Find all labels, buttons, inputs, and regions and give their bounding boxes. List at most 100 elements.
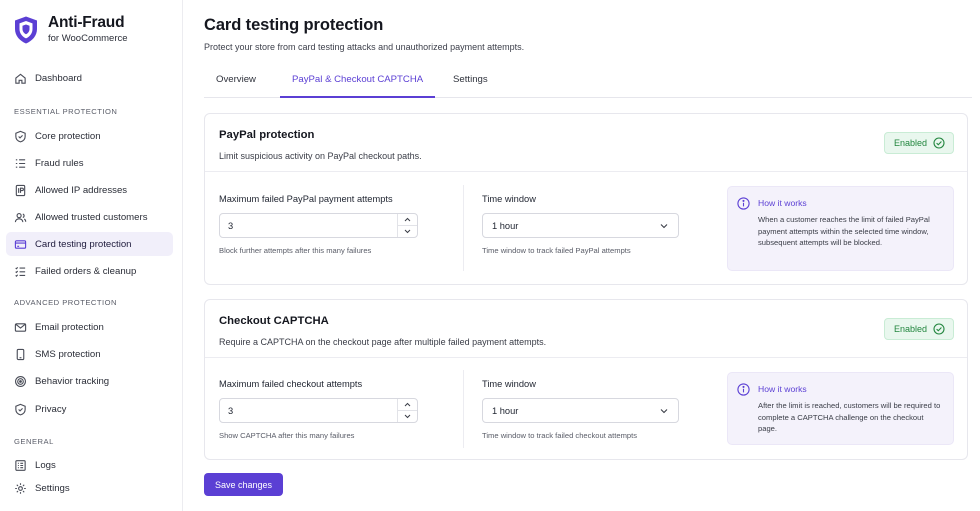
select-value: 1 hour <box>492 220 519 231</box>
status-label: Enabled <box>893 324 927 334</box>
tab-paypal-checkout-captcha[interactable]: PayPal & Checkout CAPTCHA <box>280 66 436 98</box>
sidebar-item-trusted-customers[interactable]: Allowed trusted customers <box>6 205 173 229</box>
checkout-captcha-card: Checkout CAPTCHA Require a CAPTCHA on th… <box>204 299 968 460</box>
sidebar-item-label: Dashboard <box>35 72 82 84</box>
chevron-down-icon <box>660 409 668 414</box>
sidebar-item-behavior-tracking[interactable]: Behavior tracking <box>6 369 173 393</box>
column-divider <box>463 185 464 271</box>
chevron-up-icon <box>404 402 411 407</box>
sidebar-item-label: Logs <box>35 459 56 471</box>
chevron-down-icon <box>404 229 411 234</box>
paypal-time-window-select[interactable]: 1 hour <box>482 213 679 238</box>
paypal-attempts-input[interactable]: 3 <box>219 213 418 238</box>
card-header: PayPal protection Limit suspicious activ… <box>205 114 967 172</box>
info-icon <box>737 197 750 210</box>
page-title: Card testing protection <box>204 16 384 34</box>
info-text: After the limit is reached, customers wi… <box>758 401 941 434</box>
check-circle-icon <box>933 323 945 335</box>
quantity-stepper <box>397 214 417 237</box>
sidebar-item-label: Core protection <box>35 130 101 142</box>
quantity-stepper <box>397 399 417 422</box>
field-help: Time window to track failed checkout att… <box>482 431 638 440</box>
users-icon <box>14 211 27 224</box>
phone-icon <box>14 348 27 361</box>
card-description: Require a CAPTCHA on the checkout page a… <box>219 337 547 347</box>
decrement-button[interactable] <box>398 410 417 422</box>
sidebar-item-settings[interactable]: Settings <box>6 476 173 500</box>
field-help: Show CAPTCHA after this many failures <box>219 431 355 440</box>
captcha-attempts-input[interactable]: 3 <box>219 398 418 423</box>
sidebar-item-label: Failed orders & cleanup <box>35 265 137 277</box>
sidebar-item-label: Allowed trusted customers <box>35 211 148 223</box>
sidebar-item-label: Fraud rules <box>35 157 84 169</box>
status-badge[interactable]: Enabled <box>883 132 954 154</box>
tab-overview[interactable]: Overview <box>204 66 268 98</box>
shield-icon <box>14 130 27 143</box>
chevron-down-icon <box>660 224 668 229</box>
increment-button[interactable] <box>398 399 417 410</box>
tab-bar: Overview PayPal & Checkout CAPTCHA Setti… <box>204 66 972 98</box>
tab-settings[interactable]: Settings <box>441 66 500 98</box>
field-help: Time window to track failed PayPal attem… <box>482 246 631 255</box>
gear-icon <box>14 482 27 495</box>
log-icon <box>14 459 27 472</box>
sidebar-item-card-testing[interactable]: Card testing protection <box>6 232 173 256</box>
how-it-works-panel: How it works When a customer reaches the… <box>727 186 954 271</box>
sidebar-item-logs[interactable]: Logs <box>6 453 173 477</box>
info-icon <box>737 383 750 396</box>
sidebar-item-privacy[interactable]: Privacy <box>6 397 173 421</box>
field-label: Time window <box>482 379 536 389</box>
brand-title: Anti-Fraud <box>48 14 125 31</box>
page-subtitle: Protect your store from card testing att… <box>204 42 525 52</box>
section-heading-essential: ESSENTIAL PROTECTION <box>14 107 118 116</box>
info-title: How it works <box>758 198 807 208</box>
checklist-icon <box>14 265 27 278</box>
section-heading-general: GENERAL <box>14 437 54 446</box>
column-divider <box>463 370 464 448</box>
sidebar-item-failed-orders[interactable]: Failed orders & cleanup <box>6 259 173 283</box>
input-value: 3 <box>228 220 234 231</box>
field-help: Block further attempts after this many f… <box>219 246 372 255</box>
sidebar-item-core-protection[interactable]: Core protection <box>6 124 173 148</box>
chevron-up-icon <box>404 217 411 222</box>
main-content: Card testing protection Protect your sto… <box>183 0 980 511</box>
target-icon <box>14 375 27 388</box>
card-title: PayPal protection <box>219 129 315 141</box>
sidebar-item-label: Privacy <box>35 403 67 415</box>
save-changes-button[interactable]: Save changes <box>204 473 283 496</box>
brand-logo[interactable]: Anti-Fraud for WooCommerce <box>13 14 128 45</box>
decrement-button[interactable] <box>398 225 417 237</box>
field-label: Maximum failed checkout attempts <box>219 379 363 389</box>
ip-icon <box>14 184 27 197</box>
status-badge[interactable]: Enabled <box>883 318 954 340</box>
sidebar-item-allowed-ip[interactable]: Allowed IP addresses <box>6 178 173 202</box>
section-heading-advanced: ADVANCED PROTECTION <box>14 298 118 307</box>
info-title: How it works <box>758 384 807 394</box>
increment-button[interactable] <box>398 214 417 225</box>
shield-logo-icon <box>15 16 37 44</box>
sidebar-item-email-protection[interactable]: Email protection <box>6 315 173 339</box>
check-circle-icon <box>933 137 945 149</box>
credit-card-icon <box>14 238 27 251</box>
brand-subtitle: for WooCommerce <box>48 33 128 44</box>
chevron-down-icon <box>404 414 411 419</box>
sidebar-item-label: Allowed IP addresses <box>35 184 128 196</box>
sidebar-item-sms-protection[interactable]: SMS protection <box>6 342 173 366</box>
how-it-works-panel: How it works After the limit is reached,… <box>727 372 954 445</box>
card-header: Checkout CAPTCHA Require a CAPTCHA on th… <box>205 300 967 358</box>
sidebar-item-label: Card testing protection <box>35 238 132 250</box>
sidebar-item-label: Behavior tracking <box>35 375 110 387</box>
sidebar-item-label: Settings <box>35 482 70 494</box>
sidebar: Anti-Fraud for WooCommerce Dashboard ESS… <box>0 0 183 511</box>
status-label: Enabled <box>893 138 927 148</box>
sidebar-item-fraud-rules[interactable]: Fraud rules <box>6 151 173 175</box>
paypal-protection-card: PayPal protection Limit suspicious activ… <box>204 113 968 285</box>
field-label: Time window <box>482 194 536 204</box>
card-title: Checkout CAPTCHA <box>219 315 329 327</box>
info-text: When a customer reaches the limit of fai… <box>758 215 930 248</box>
input-value: 3 <box>228 405 234 416</box>
captcha-time-window-select[interactable]: 1 hour <box>482 398 679 423</box>
home-icon <box>14 72 27 85</box>
mail-icon <box>14 321 27 334</box>
sidebar-item-dashboard[interactable]: Dashboard <box>6 66 173 90</box>
